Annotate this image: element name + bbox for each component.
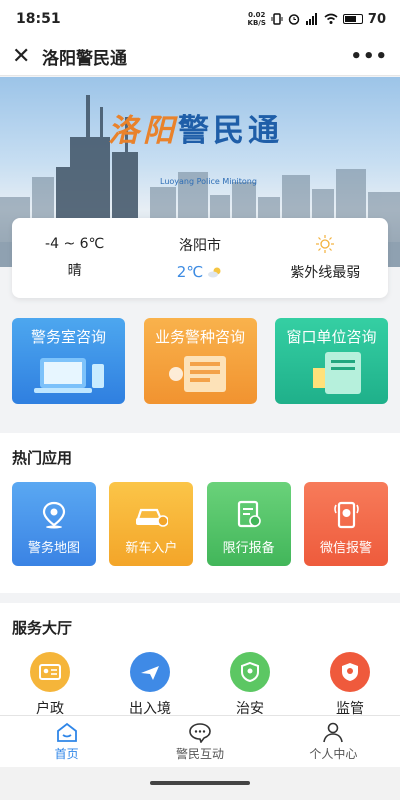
vibrate-icon bbox=[271, 13, 283, 25]
app-label: 限行报备 bbox=[222, 541, 275, 556]
city-name: 洛阳市 bbox=[178, 238, 221, 254]
shield-icon bbox=[230, 652, 270, 692]
weather-forecast: -4 ~ 6℃ 晴 bbox=[12, 218, 137, 298]
tab-label: 个人中心 bbox=[309, 747, 358, 761]
consult-card-window-unit[interactable]: 窗口单位咨询 bbox=[275, 318, 388, 404]
map-pin-icon bbox=[42, 501, 66, 529]
certificate-illustration-icon bbox=[313, 352, 361, 394]
status-time: 18:51 bbox=[16, 11, 61, 27]
banner-title-blue: 警民通 bbox=[178, 113, 283, 149]
app-label: 警务地图 bbox=[27, 541, 80, 556]
consult-cards: 警务室咨询 业务警种咨询 窗口单位咨询 bbox=[12, 318, 388, 404]
bottom-tab-bar: 首页 警民互动 个人中心 bbox=[0, 715, 400, 767]
car-icon bbox=[136, 508, 169, 527]
partly-cloudy-icon bbox=[208, 267, 221, 278]
service-exit-entry[interactable]: 出入境 bbox=[110, 652, 190, 718]
user-icon bbox=[323, 722, 344, 743]
app-label: 微信报警 bbox=[319, 541, 372, 556]
title-bar: ✕ 洛阳警民通 ••• bbox=[0, 38, 400, 76]
document-illustration-icon bbox=[168, 356, 226, 392]
consult-card-police-room[interactable]: 警务室咨询 bbox=[12, 318, 125, 404]
app-restriction-report[interactable]: 限行报备 bbox=[206, 482, 291, 566]
battery-icon bbox=[342, 14, 363, 24]
net-speed: 0.02 KB/S bbox=[248, 11, 266, 27]
service-hall-section: 服务大厅 户政 出入境 治安 监管 bbox=[0, 603, 400, 718]
id-card-icon bbox=[30, 652, 70, 692]
more-menu-icon[interactable]: ••• bbox=[350, 46, 388, 67]
tab-interaction[interactable]: 警民互动 bbox=[133, 716, 266, 767]
tab-home[interactable]: 首页 bbox=[0, 716, 133, 767]
sun-icon bbox=[316, 235, 335, 253]
weather-uv: 紫外线最弱 bbox=[263, 218, 388, 298]
service-hall-grid: 户政 出入境 治安 监管 bbox=[0, 638, 400, 718]
banner-title-orange: 洛阳 bbox=[108, 113, 178, 149]
weather-city: 洛阳市 2℃ bbox=[137, 218, 262, 298]
status-bar: 18:51 0.02 KB/S 70 bbox=[0, 0, 400, 38]
gesture-area bbox=[0, 767, 400, 800]
badge-icon bbox=[330, 652, 370, 692]
service-public-security[interactable]: 治安 bbox=[210, 652, 290, 718]
hot-apps-grid: 警务地图 新车入户 限行报备 微信报警 bbox=[0, 468, 400, 566]
service-household[interactable]: 户政 bbox=[10, 652, 90, 718]
current-temp: 2℃ bbox=[176, 263, 204, 281]
banner-subtitle: Luoyang Police Minitong bbox=[160, 177, 257, 186]
app-wechat-alarm[interactable]: 微信报警 bbox=[303, 482, 388, 566]
app-new-car[interactable]: 新车入户 bbox=[109, 482, 194, 566]
tab-label: 首页 bbox=[54, 747, 79, 761]
home-icon bbox=[56, 722, 77, 742]
clipboard-icon bbox=[237, 500, 261, 528]
signal-icon bbox=[305, 13, 317, 25]
page-title: 洛阳警民通 bbox=[42, 49, 127, 69]
net-speed-value: 0.02 bbox=[248, 11, 266, 19]
app-police-map[interactable]: 警务地图 bbox=[12, 482, 96, 566]
close-icon[interactable]: ✕ bbox=[12, 44, 38, 69]
weather-card: -4 ~ 6℃ 晴 洛阳市 2℃ 紫外线最弱 bbox=[12, 218, 388, 298]
hot-apps-section: 热门应用 警务地图 新车入户 限行报备 微信报警 bbox=[0, 433, 400, 593]
tab-profile[interactable]: 个人中心 bbox=[267, 716, 400, 767]
phone-alert-icon bbox=[334, 501, 359, 529]
status-icons: 0.02 KB/S 70 bbox=[248, 11, 386, 27]
banner-title: 洛阳警民通 bbox=[108, 105, 283, 150]
wifi-icon bbox=[324, 13, 338, 24]
alarm-icon bbox=[288, 14, 300, 25]
chat-bubble-icon bbox=[189, 723, 211, 743]
temp-range: -4 ~ 6℃ bbox=[45, 236, 105, 252]
airplane-icon bbox=[130, 652, 170, 692]
net-speed-unit: KB/S bbox=[247, 19, 266, 27]
app-label: 新车入户 bbox=[125, 541, 178, 556]
battery-level: 70 bbox=[367, 11, 386, 27]
section-title: 热门应用 bbox=[12, 449, 73, 467]
tab-label: 警民互动 bbox=[175, 747, 224, 761]
service-supervision[interactable]: 监管 bbox=[310, 652, 390, 718]
home-indicator[interactable] bbox=[150, 781, 250, 785]
uv-index: 紫外线最弱 bbox=[290, 265, 361, 281]
computer-illustration-icon bbox=[34, 358, 104, 393]
consult-card-police-type[interactable]: 业务警种咨询 bbox=[143, 318, 257, 404]
section-title: 服务大厅 bbox=[12, 619, 73, 637]
weather-condition: 晴 bbox=[67, 263, 82, 279]
